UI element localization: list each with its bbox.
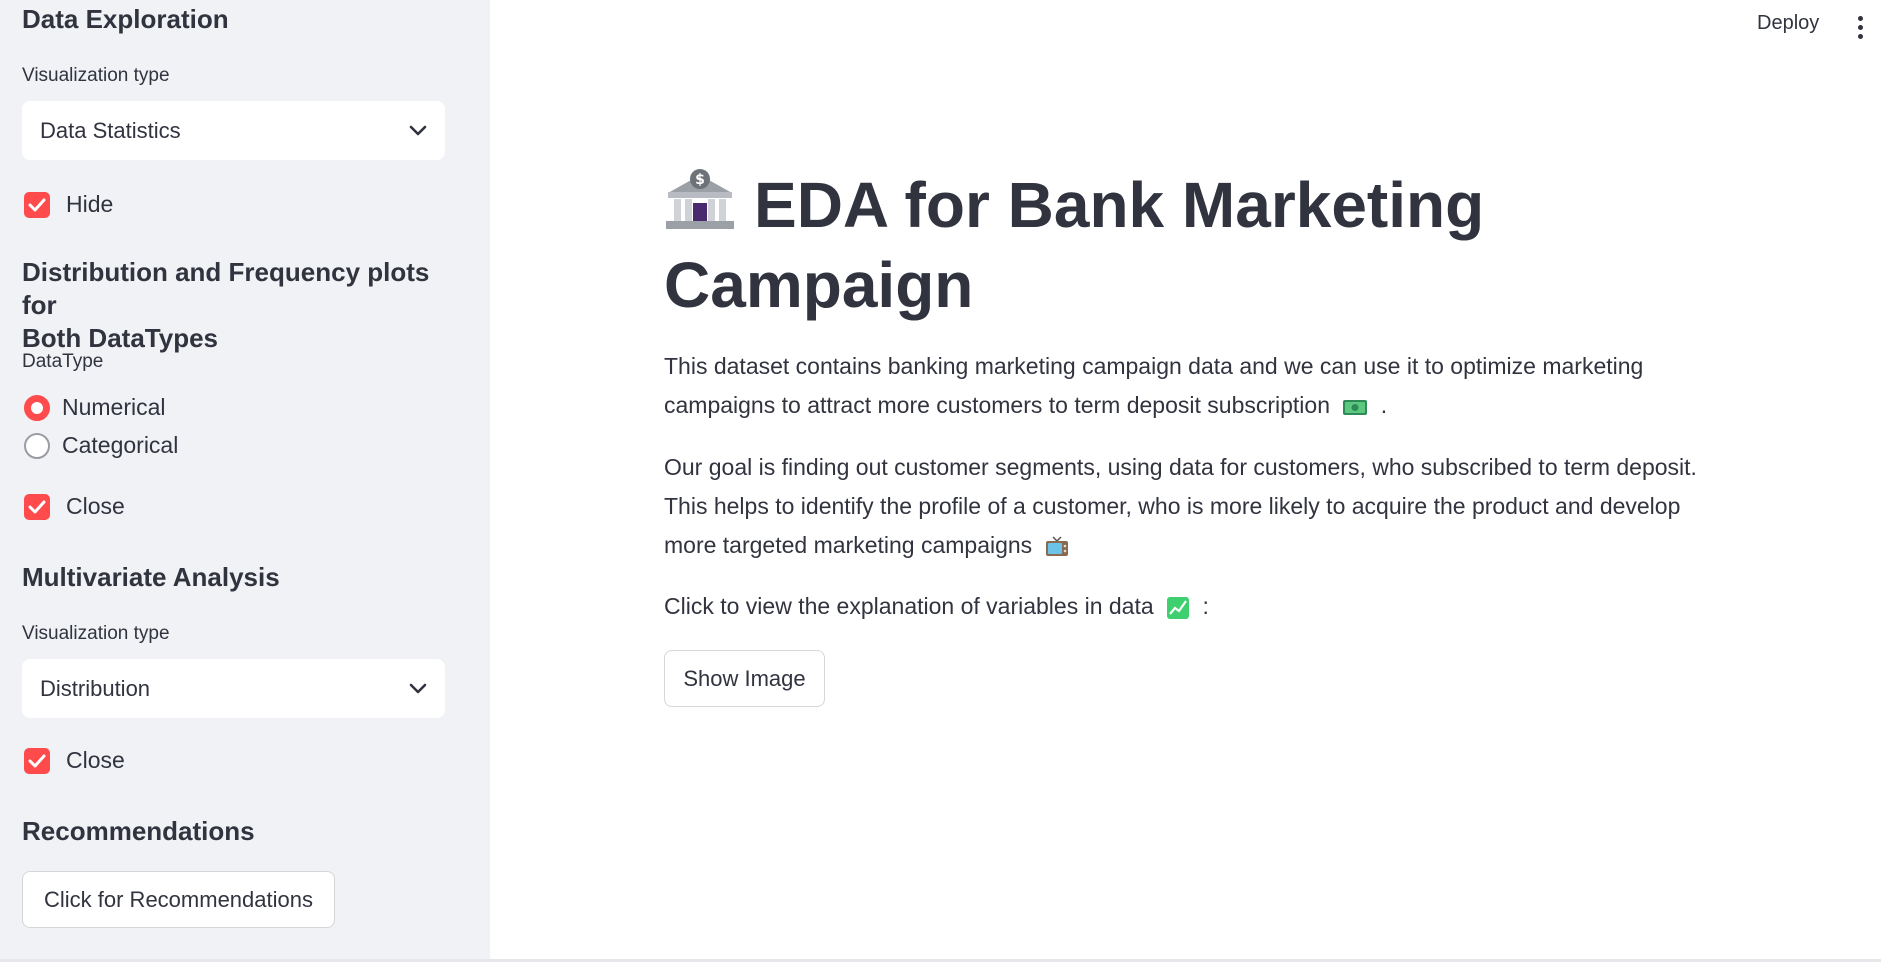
sidebar: Data Exploration Visualization type Data…: [0, 0, 490, 962]
radio-selected-icon[interactable]: [24, 394, 50, 421]
deploy-button[interactable]: Deploy: [1757, 12, 1819, 35]
viz-type-label-2: Visualization type: [22, 623, 170, 644]
chevron-down-icon: [409, 125, 427, 135]
checkbox-checked-icon[interactable]: [24, 191, 50, 218]
close-checkbox-row-1[interactable]: Close: [22, 493, 125, 520]
kebab-menu-icon[interactable]: [1856, 16, 1864, 40]
viz-type-select-value-2: Distribution: [40, 675, 151, 701]
goal-line3: more targeted marketing campaigns: [664, 532, 1033, 558]
checkbox-checked-icon[interactable]: [24, 747, 50, 774]
radio-categorical-row[interactable]: Categorical: [22, 432, 178, 459]
hide-checkbox-row[interactable]: Hide: [22, 191, 113, 218]
radio-categorical-label: Categorical: [62, 432, 179, 458]
page-title-line2: Campaign: [664, 249, 974, 321]
section-title-recommendations: Recommendations: [22, 816, 255, 846]
chart-increasing-icon: [1167, 596, 1190, 619]
close-checkbox-label-2: Close: [66, 747, 125, 773]
variables-text: Click to view the explanation of variabl…: [664, 593, 1154, 619]
recommendations-button[interactable]: Click for Recommendations: [22, 871, 335, 928]
section-title-distribution: Distribution and Frequency plots for Bot…: [22, 256, 462, 355]
show-image-button[interactable]: Show Image: [664, 650, 825, 707]
checkbox-checked-icon[interactable]: [24, 493, 50, 520]
section-title-data-exploration: Data Exploration: [22, 4, 229, 34]
viz-type-select[interactable]: Data Statistics: [22, 101, 445, 160]
goal-line1: Our goal is finding out customer segment…: [664, 454, 1697, 480]
intro-line2: campaigns to attract more customers to t…: [664, 392, 1331, 418]
datatype-label: DataType: [22, 351, 104, 372]
chevron-down-icon: [409, 683, 427, 693]
section-title-multivariate: Multivariate Analysis: [22, 562, 280, 592]
intro-paragraph: This dataset contains banking marketing …: [664, 347, 1704, 425]
section-title-distribution-line1: Distribution and Frequency plots for: [22, 257, 430, 320]
intro-line1: This dataset contains banking marketing …: [664, 353, 1644, 379]
variables-end: :: [1202, 593, 1209, 619]
radio-numerical-label: Numerical: [62, 394, 166, 420]
variables-paragraph: Click to view the explanation of variabl…: [664, 587, 1704, 626]
intro-end: .: [1380, 392, 1388, 418]
viz-type-label: Visualization type: [22, 65, 170, 86]
close-checkbox-row-2[interactable]: Close: [22, 747, 125, 774]
page-title-line1: EDA for Bank Marketing: [754, 169, 1485, 241]
bank-icon: $: [666, 169, 734, 229]
svg-text:$: $: [695, 172, 705, 188]
close-checkbox-label: Close: [66, 493, 125, 519]
television-icon: [1045, 536, 1068, 556]
goal-paragraph: Our goal is finding out customer segment…: [664, 448, 1704, 565]
viz-type-select-2[interactable]: Distribution: [22, 659, 445, 718]
viz-type-select-value: Data Statistics: [40, 117, 181, 143]
goal-line2: This helps to identify the profile of a …: [664, 493, 1681, 519]
page-title: $ EDA for Bank Marketing Campaign: [664, 165, 1564, 325]
radio-numerical-row[interactable]: Numerical: [22, 394, 166, 421]
radio-unselected-icon[interactable]: [24, 432, 50, 459]
hide-checkbox-label: Hide: [66, 191, 114, 217]
money-icon: [1343, 399, 1368, 415]
